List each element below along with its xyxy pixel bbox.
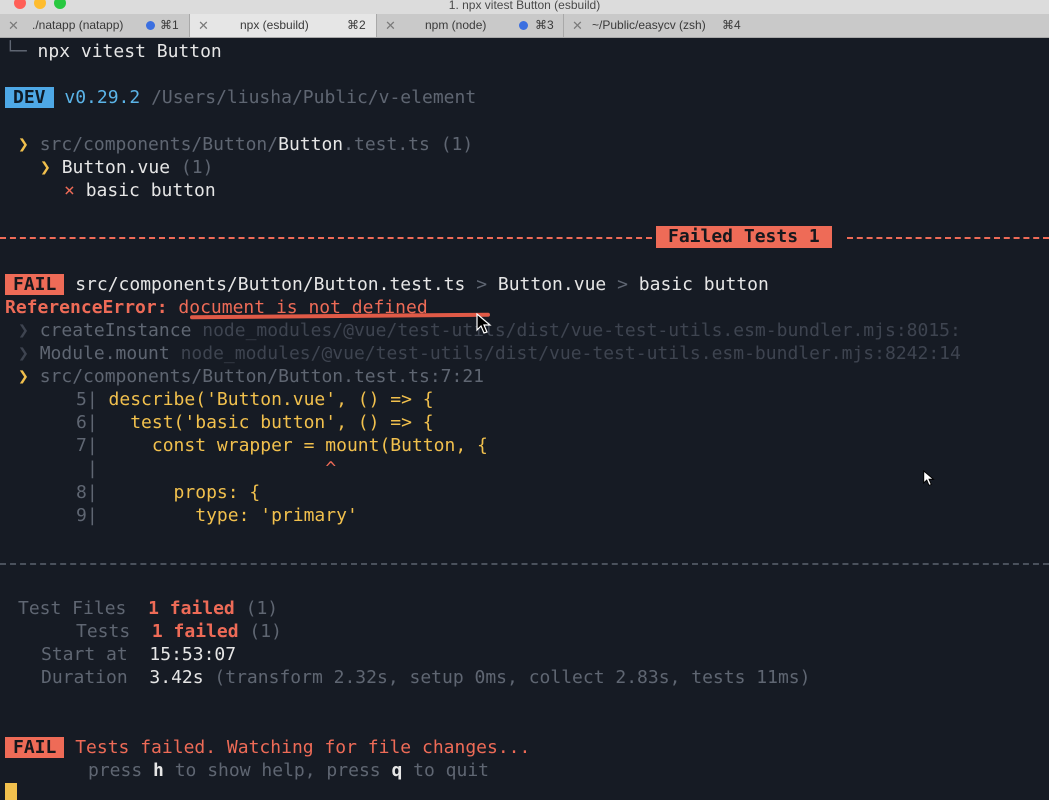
code-line: 5| describe('Button.vue', () => { [76,389,434,410]
dev-badge: DEV [5,87,54,108]
test-case-line: × basic button [64,180,216,201]
mouse-pointer-icon [923,470,935,486]
chevron-right-icon: ❯ [18,320,29,341]
dev-line: DEV v0.29.2 /Users/liusha/Public/v-eleme… [5,86,476,109]
tab-shortcut: ⌘2 [347,18,366,32]
tab-node[interactable]: ✕ npm (node) ⌘3 [377,14,564,37]
tab-natapp[interactable]: ✕ ./natapp (natapp) ⌘1 [0,14,190,37]
tree-prefix: └─ [5,41,27,62]
fail-badge: FAIL [5,274,65,295]
tab-shortcut: ⌘1 [160,18,179,32]
tab-bar: ✕ ./natapp (natapp) ⌘1 ✕ npx (esbuild) ⌘… [0,14,1049,38]
tab-label: ./natapp (natapp) [32,18,124,32]
terminal-cursor [5,783,17,800]
divider-right [847,237,1049,239]
vitest-version: v0.29.2 [64,87,141,108]
code-line: 6| test('basic button', () => { [76,412,434,433]
help-key: h [153,760,164,781]
close-tab-icon[interactable]: ✕ [572,14,583,37]
mouse-pointer-icon [476,313,492,334]
fail-badge: FAIL [5,737,65,758]
suite-line: ❯ Button.vue (1) [40,157,214,178]
code-line: 8| props: { [76,482,261,503]
tab-label: ~/Public/easycv (zsh) [592,18,706,32]
footer-help: press h to show help, press q to quit [88,760,489,781]
summary-start-at: Start at 15:53:07 [41,644,237,665]
chevron-right-icon: ❯ [18,366,29,387]
tab-label: npx (esbuild) [240,18,309,32]
stack-frame-source: ❯ src/components/Button/Button.test.ts:7… [18,366,485,387]
close-tab-icon[interactable]: ✕ [198,14,209,37]
tab-shortcut: ⌘4 [722,18,741,32]
tab-label: npm (node) [425,18,487,32]
code-line: 9| type: 'primary' [76,505,358,526]
quit-key: q [391,760,403,781]
fail-cross-icon: × [64,180,75,201]
terminal-output[interactable]: └─ npx vitest Button DEV v0.29.2 /Users/… [0,38,1049,800]
window-titlebar: 1. npx vitest Button (esbuild) [0,0,1049,14]
divider-left [0,237,652,239]
tab-zsh[interactable]: ✕ ~/Public/easycv (zsh) ⌘4 [564,14,1049,37]
close-tab-icon[interactable]: ✕ [8,14,19,37]
code-line: 7| const wrapper = mount(Button, { [76,435,488,456]
failed-tests-banner: Failed Tests 1 [656,226,832,248]
command-text: npx vitest Button [37,41,222,62]
summary-tests: Tests 1 failed (1) [76,621,282,642]
error-caret-icon: ^ [108,458,337,479]
tab-shortcut: ⌘3 [535,18,554,32]
summary-test-files: Test Files 1 failed (1) [18,598,279,619]
summary-duration: Duration 3.42s (transform 2.32s, setup 0… [41,667,811,688]
command-line: └─ npx vitest Button [5,40,222,63]
footer-status: FAIL Tests failed. Watching for file cha… [5,736,530,759]
fail-header: FAIL src/components/Button/Button.test.t… [5,273,769,296]
tab-esbuild[interactable]: ✕ npx (esbuild) ⌘2 [190,14,377,37]
summary-divider [0,563,1049,565]
activity-dot-icon [519,21,528,30]
window-title: 1. npx vitest Button (esbuild) [448,0,601,12]
error-type: ReferenceError: [5,297,168,318]
chevron-right-icon: ❯ [40,157,51,178]
chevron-right-icon: ❯ [18,343,29,364]
close-tab-icon[interactable]: ✕ [385,14,396,37]
activity-dot-icon [146,21,155,30]
stack-frame: ❯ Module.mount node_modules/@vue/test-ut… [18,343,961,364]
code-caret-line: | ^ [87,458,337,479]
chevron-right-icon: ❯ [18,134,29,155]
test-file-line: ❯ src/components/Button/Button.test.ts (… [18,134,474,155]
project-path: /Users/liusha/Public/v-element [151,87,477,108]
